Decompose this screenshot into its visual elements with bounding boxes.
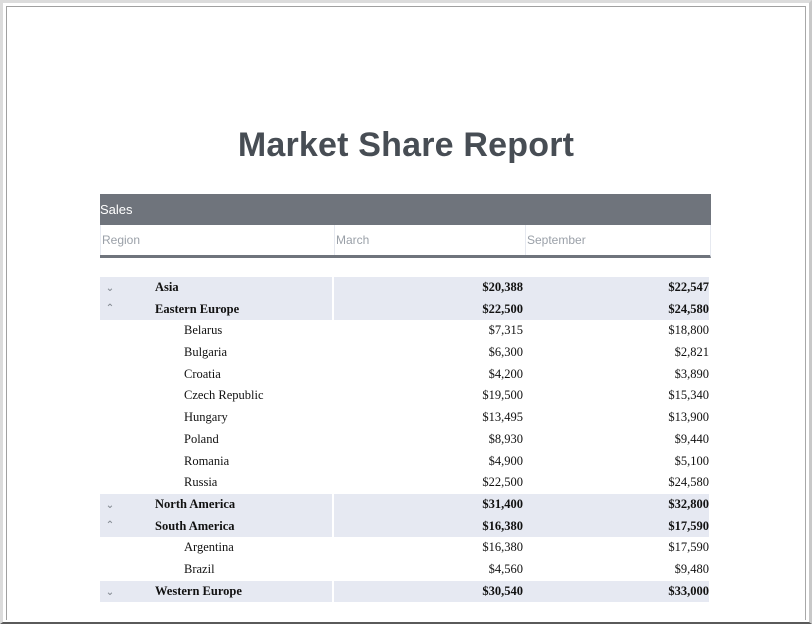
table-row: Croatia $4,200 $3,890 bbox=[100, 364, 711, 386]
region-cell: Croatia bbox=[100, 364, 332, 386]
september-value: $17,590 bbox=[668, 540, 709, 555]
region-cell: Bulgaria bbox=[100, 342, 332, 364]
group-name: Asia bbox=[155, 280, 179, 294]
table-row: Belarus $7,315 $18,800 bbox=[100, 320, 711, 342]
september-value: $22,547 bbox=[525, 277, 709, 299]
march-value: $16,380 bbox=[334, 515, 525, 538]
region-cell: Brazil bbox=[100, 559, 332, 581]
march-value: $13,495 bbox=[482, 410, 523, 425]
september-value: $5,100 bbox=[674, 453, 709, 468]
group-row[interactable]: ⌄ North America $31,400 $32,800 bbox=[100, 493, 711, 516]
column-header-march: March bbox=[334, 225, 525, 255]
country-name: Belarus bbox=[184, 323, 223, 338]
september-value: $24,580 bbox=[668, 475, 709, 490]
march-value: $6,300 bbox=[488, 345, 523, 360]
march-value: $22,500 bbox=[482, 475, 523, 490]
march-value: $4,900 bbox=[488, 453, 523, 468]
region-cell: Czech Republic bbox=[100, 385, 332, 407]
group-name: North America bbox=[155, 496, 236, 511]
chevron-up-icon[interactable]: ⌃ bbox=[104, 516, 116, 537]
region-cell: Romania bbox=[100, 451, 332, 473]
chevron-up-icon[interactable]: ⌃ bbox=[104, 299, 116, 320]
table-row: Bulgaria $6,300 $2,821 bbox=[100, 342, 711, 364]
group-row[interactable]: ⌄ Western Europe $30,540 $33,000 bbox=[100, 580, 711, 603]
september-value: $13,900 bbox=[668, 410, 709, 425]
column-header-september: September bbox=[525, 225, 711, 255]
column-header-row: Region March September bbox=[100, 225, 711, 258]
group-name: South America bbox=[155, 518, 235, 533]
country-name: Czech Republic bbox=[184, 388, 264, 403]
march-value: $31,400 bbox=[334, 493, 525, 516]
country-name: Argentina bbox=[184, 540, 234, 555]
country-name: Hungary bbox=[184, 410, 228, 425]
chevron-down-icon[interactable]: ⌄ bbox=[104, 581, 116, 602]
september-value: $18,800 bbox=[668, 323, 709, 338]
country-name: Poland bbox=[184, 431, 219, 446]
sales-band-header: Sales bbox=[100, 194, 711, 225]
sales-table: Sales Region March September ⌄ Asia $20,38… bbox=[100, 194, 711, 603]
region-cell: ⌃ South America bbox=[100, 515, 332, 538]
region-cell: ⌃ Eastern Europe bbox=[100, 298, 332, 321]
september-value: $15,340 bbox=[668, 388, 709, 403]
group-name: Western Europe bbox=[155, 583, 242, 598]
march-value: $7,315 bbox=[488, 323, 523, 338]
region-cell: Argentina bbox=[100, 537, 332, 559]
table-row: Hungary $13,495 $13,900 bbox=[100, 407, 711, 429]
march-value: $4,200 bbox=[488, 366, 523, 381]
region-cell: Belarus bbox=[100, 320, 332, 342]
september-value: $33,000 bbox=[525, 580, 709, 603]
chevron-down-icon[interactable]: ⌄ bbox=[104, 494, 116, 515]
table-row: Czech Republic $19,500 $15,340 bbox=[100, 385, 711, 407]
march-value: $22,500 bbox=[334, 298, 525, 321]
region-cell: ⌄ Asia bbox=[100, 277, 332, 299]
group-name: Eastern Europe bbox=[155, 301, 240, 316]
march-value: $4,560 bbox=[488, 561, 523, 576]
column-header-region: Region bbox=[100, 225, 334, 255]
table-row: Russia $22,500 $24,580 bbox=[100, 472, 711, 494]
march-value: $20,388 bbox=[334, 277, 525, 299]
chevron-down-icon[interactable]: ⌄ bbox=[104, 277, 116, 298]
group-row[interactable]: ⌃ South America $16,380 $17,590 bbox=[100, 515, 711, 538]
table-row: Brazil $4,560 $9,480 bbox=[100, 559, 711, 581]
country-name: Russia bbox=[184, 475, 218, 490]
table-row: Romania $4,900 $5,100 bbox=[100, 451, 711, 473]
group-row[interactable]: ⌃ Eastern Europe $22,500 $24,580 bbox=[100, 298, 711, 321]
september-value: $2,821 bbox=[674, 345, 709, 360]
table-body: ⌄ Asia $20,388 $22,547 ⌃ Eastern Europe $22,50… bbox=[100, 277, 711, 603]
region-cell: ⌄ North America bbox=[100, 493, 332, 516]
country-name: Croatia bbox=[184, 366, 221, 381]
september-value: $3,890 bbox=[674, 366, 709, 381]
report-title: Market Share Report bbox=[237, 126, 575, 164]
country-name: Bulgaria bbox=[184, 345, 228, 360]
region-cell: Hungary bbox=[100, 407, 332, 429]
region-cell: ⌄ Western Europe bbox=[100, 580, 332, 603]
march-value: $16,380 bbox=[482, 540, 523, 555]
september-value: $17,590 bbox=[525, 515, 709, 538]
table-row: Argentina $16,380 $17,590 bbox=[100, 537, 711, 559]
march-value: $8,930 bbox=[488, 431, 523, 446]
group-row[interactable]: ⌄ Asia $20,388 $22,547 bbox=[100, 277, 711, 299]
september-value: $9,440 bbox=[674, 431, 709, 446]
table-row: Poland $8,930 $9,440 bbox=[100, 429, 711, 451]
region-cell: Russia bbox=[100, 472, 332, 494]
march-value: $30,540 bbox=[334, 580, 525, 603]
september-value: $24,580 bbox=[525, 298, 709, 321]
september-value: $9,480 bbox=[674, 561, 709, 576]
country-name: Brazil bbox=[184, 561, 215, 576]
country-name: Romania bbox=[184, 453, 230, 468]
september-value: $32,800 bbox=[525, 493, 709, 516]
march-value: $19,500 bbox=[482, 388, 523, 403]
region-cell: Poland bbox=[100, 429, 332, 451]
